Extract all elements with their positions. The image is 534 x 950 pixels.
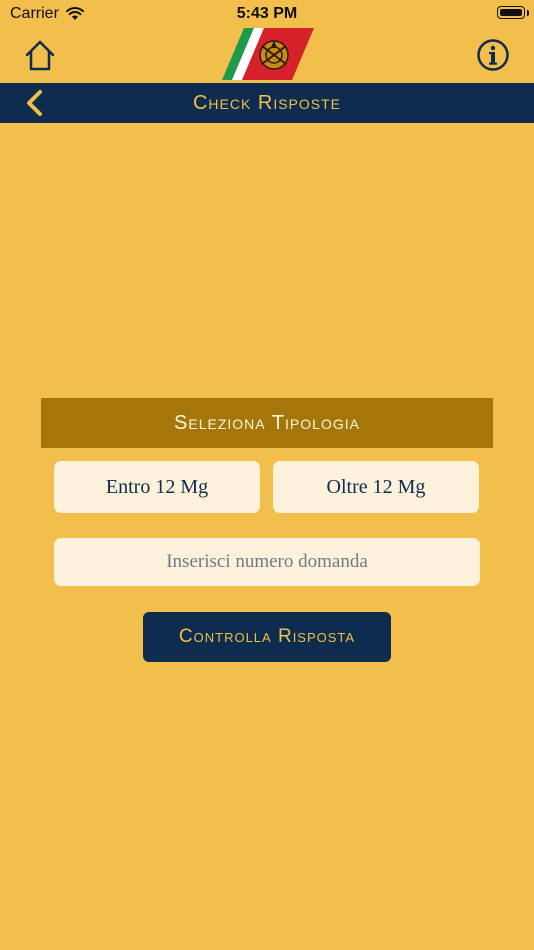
question-number-input[interactable]: [54, 538, 480, 586]
back-button[interactable]: [20, 89, 50, 117]
info-button[interactable]: [476, 38, 510, 72]
nav-bar: Check Risposte: [0, 83, 534, 123]
chevron-left-icon: [27, 90, 42, 116]
check-answer-button[interactable]: Controlla Risposta: [143, 612, 391, 662]
page-title: Check Risposte: [192, 92, 342, 114]
option-entro-12-mg-button[interactable]: Entro 12 Mg: [54, 461, 260, 513]
coast-guard-logo: [222, 28, 314, 80]
clock: 5:43 PM: [236, 5, 298, 22]
home-icon: [25, 40, 55, 71]
home-button[interactable]: [22, 38, 58, 72]
battery-icon: [497, 6, 525, 19]
section-header: Seleziona Tipologia: [41, 398, 493, 448]
option-oltre-12-mg-button[interactable]: Oltre 12 Mg: [273, 461, 479, 513]
status-bar: Carrier 5:43 PM: [0, 0, 534, 28]
info-icon: [477, 39, 509, 71]
